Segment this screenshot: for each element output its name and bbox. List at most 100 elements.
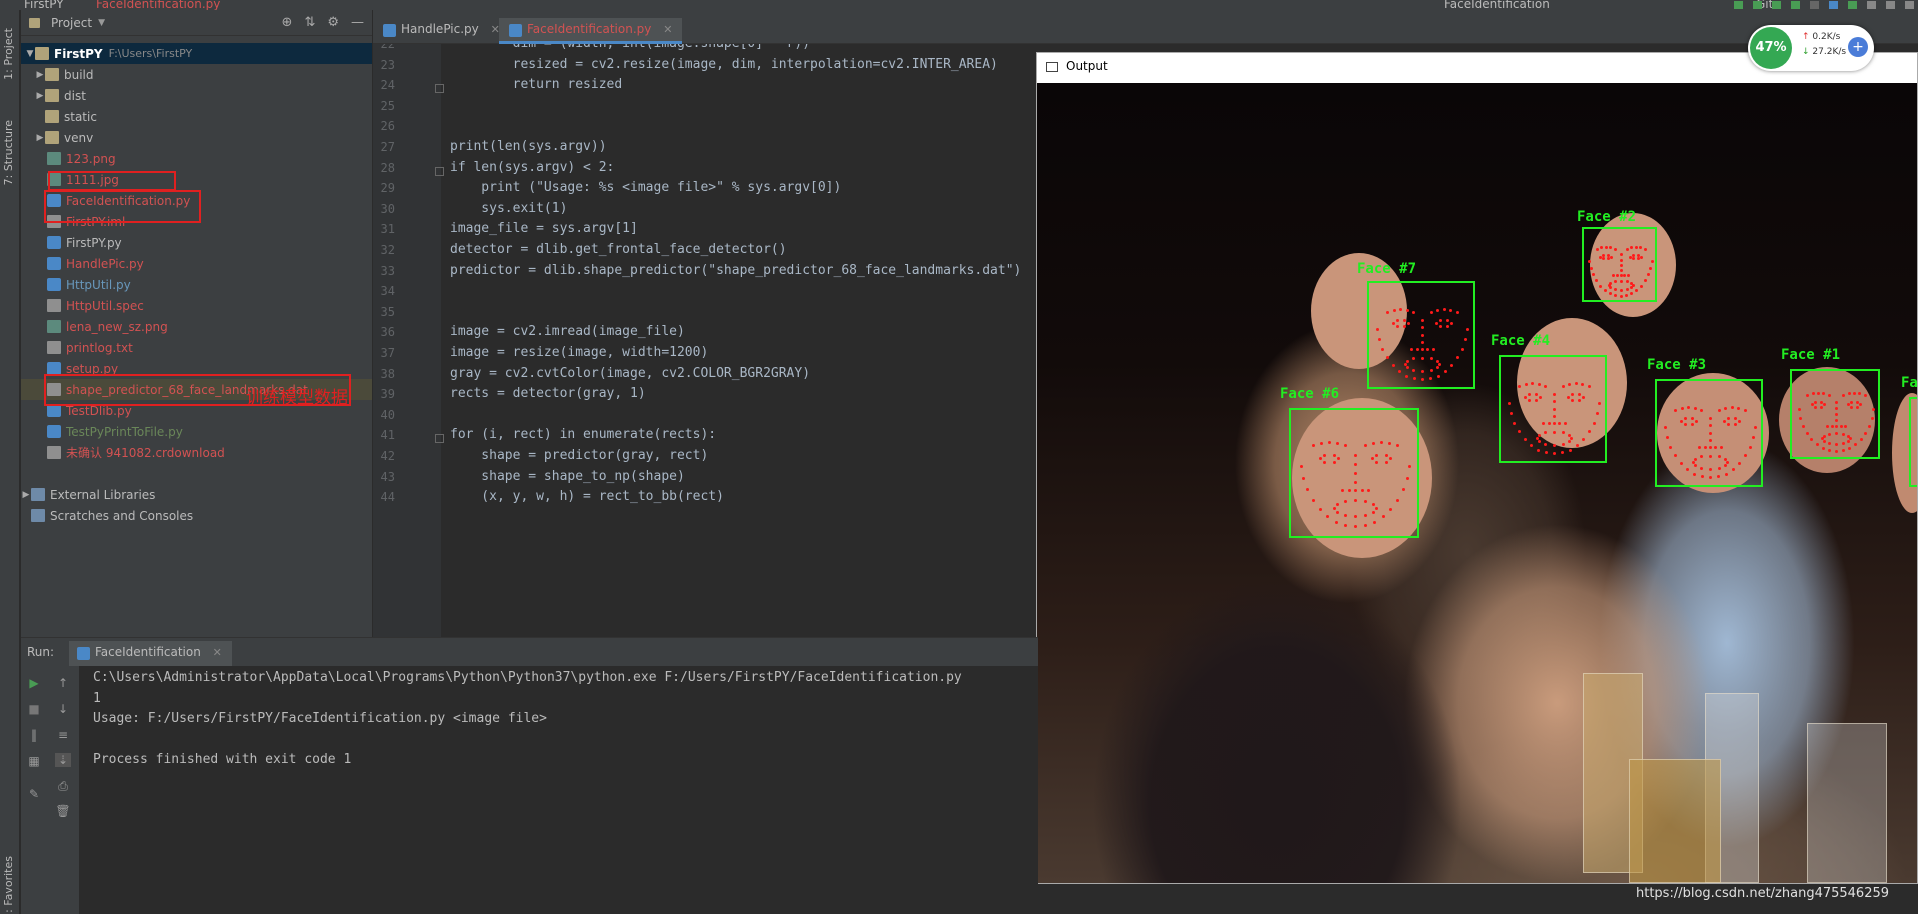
annotation-box-faceid: [44, 190, 201, 223]
folder-icon: [45, 89, 59, 102]
landmark-dot: [1553, 392, 1556, 396]
print-icon[interactable]: ⎙: [55, 779, 71, 793]
tree-scratches[interactable]: Scratches and Consoles: [21, 505, 372, 526]
line-gutter: 22 23 24 25 26 27 28 29 30 31 32 33 34 35 36 37 38 39 40 41…: [373, 44, 444, 637]
trash-icon[interactable]: 🗑: [55, 804, 71, 818]
run-tab-label: FaceIdentification: [95, 645, 201, 659]
tab-faceidentification[interactable]: FaceIdentification.py ✕: [499, 18, 683, 44]
favorites-tool-tab[interactable]: 2: Favorites: [2, 856, 15, 914]
tree-item[interactable]: 123.png: [21, 148, 372, 169]
layout-icon[interactable]: ▦: [26, 754, 42, 768]
landmark-dot: [1849, 400, 1853, 404]
pin-icon[interactable]: ✎: [26, 787, 42, 801]
project-view-selector[interactable]: Project: [51, 16, 92, 30]
coverage-icon[interactable]: [1772, 1, 1781, 9]
run-config-selector[interactable]: FaceIdentification: [1444, 0, 1550, 10]
breadcrumb-file[interactable]: FaceIdentification.py: [96, 0, 220, 10]
landmark-dot: [1609, 255, 1613, 259]
run-icon[interactable]: [1734, 1, 1743, 9]
glass: [1629, 759, 1721, 883]
git-update-icon[interactable]: [1829, 1, 1838, 9]
locate-file-icon[interactable]: ⊕: [282, 15, 293, 30]
soft-wrap-icon[interactable]: ≡: [55, 728, 71, 742]
landmark-dot: [1607, 253, 1611, 257]
close-icon[interactable]: ✕: [213, 646, 222, 659]
line-number: 35: [380, 304, 395, 319]
gear-icon[interactable]: ⚙: [327, 15, 339, 30]
line-number: 34: [380, 284, 395, 299]
landmark-dot: [1538, 433, 1542, 437]
scroll-down-icon[interactable]: ↓: [55, 702, 71, 716]
debug-icon[interactable]: [1753, 1, 1762, 9]
landmark-dot: [1619, 294, 1623, 298]
chevron-right-icon[interactable]: ▶: [21, 490, 31, 500]
landmark-dot: [1354, 514, 1357, 518]
structure-tool-tab[interactable]: 7: Structure: [2, 120, 15, 185]
line-number: 38: [380, 366, 395, 381]
chevron-down-icon[interactable]: ▼: [25, 49, 35, 59]
landmark-dot: [1391, 363, 1395, 367]
project-tool-tab[interactable]: 1: Project: [2, 28, 15, 80]
tree-item[interactable]: FirstPY.py: [21, 232, 372, 253]
tree-item[interactable]: ▶ dist: [21, 85, 372, 106]
code-editor[interactable]: 22 23 24 25 26 27 28 29 30 31 32 33 34 35 36 37 38 39 40 41…: [373, 44, 1038, 637]
tree-item[interactable]: printlog.txt: [21, 337, 372, 358]
search-icon[interactable]: [1905, 1, 1914, 9]
stop-icon[interactable]: [1810, 1, 1819, 9]
collapse-all-icon[interactable]: ⇅: [304, 15, 315, 30]
chevron-right-icon[interactable]: ▶: [35, 133, 45, 143]
download-speed: ↓ 27.2K/s: [1802, 47, 1846, 57]
boost-icon[interactable]: +: [1848, 37, 1868, 57]
landmark-dot: [1619, 253, 1623, 257]
breadcrumb-project[interactable]: FirstPY: [24, 0, 64, 10]
tab-handlepic[interactable]: HandlePic.py ✕: [373, 18, 510, 44]
fold-marker-icon[interactable]: [435, 166, 444, 176]
landmark-dot: [1709, 431, 1712, 435]
tree-item[interactable]: HandlePic.py: [21, 253, 372, 274]
close-icon[interactable]: ✕: [663, 23, 672, 36]
run-tab[interactable]: FaceIdentification ✕: [69, 641, 232, 666]
landmark-dot: [1821, 446, 1825, 450]
history-icon[interactable]: [1867, 1, 1876, 9]
tree-item-label: HttpUtil.py: [66, 277, 131, 292]
fold-marker-icon[interactable]: [435, 434, 444, 444]
folder-icon: [45, 131, 59, 144]
landmark-dot: [1693, 472, 1697, 476]
landmark-dot: [1438, 324, 1442, 328]
tree-item[interactable]: HttpUtil.spec: [21, 295, 372, 316]
landmark-dot: [1387, 441, 1391, 445]
tree-item[interactable]: ▶ venv: [21, 127, 372, 148]
scroll-up-icon[interactable]: ↑: [55, 676, 71, 690]
tree-item[interactable]: lena_new_sz.png: [21, 316, 372, 337]
tree-item[interactable]: TestPyPrintToFile.py: [21, 421, 372, 442]
git-commit-icon[interactable]: [1848, 1, 1857, 9]
tree-item[interactable]: ▶ build: [21, 64, 372, 85]
landmark-dot: [1703, 445, 1707, 449]
chevron-right-icon[interactable]: ▶: [35, 91, 45, 101]
tree-item[interactable]: static: [21, 106, 372, 127]
rerun-icon[interactable]: ▶: [26, 676, 42, 690]
landmark-dot: [1619, 288, 1623, 292]
tree-item[interactable]: 未确认 941082.crdownload: [21, 442, 372, 463]
revert-icon[interactable]: [1886, 1, 1895, 9]
landmark-dot: [1538, 396, 1542, 400]
pause-icon[interactable]: ‖: [26, 728, 42, 742]
chevron-down-icon[interactable]: ▼: [98, 18, 105, 28]
face-detection-image: Face #2 Face #7 Face #4 Face #3 Face #1 …: [1037, 83, 1917, 883]
profile-icon[interactable]: [1791, 1, 1800, 9]
fold-marker-icon[interactable]: [435, 84, 444, 94]
tree-item[interactable]: HttpUtil.py: [21, 274, 372, 295]
landmark-dot: [1523, 396, 1527, 400]
scroll-to-end-icon[interactable]: ⇣: [55, 753, 71, 767]
stop-icon[interactable]: ■: [26, 702, 42, 716]
hide-panel-icon[interactable]: —: [351, 15, 364, 30]
output-window[interactable]: Output Face #2 Face #7 Face #4 Face #3 F…: [1036, 52, 1918, 884]
tree-item-label: static: [64, 109, 97, 124]
chevron-right-icon[interactable]: ▶: [35, 70, 45, 80]
landmark-dot: [1354, 525, 1357, 528]
tree-external-libraries[interactable]: ▶ External Libraries: [21, 484, 372, 505]
tree-root[interactable]: ▼ FirstPY F:\Users\FirstPY: [21, 43, 372, 64]
network-speed-widget[interactable]: 47% ↑ 0.2K/s ↓ 27.2K/s +: [1748, 25, 1874, 71]
face-label-5: Face #5: [1901, 375, 1917, 391]
arrow-up-icon: ↑: [1802, 32, 1810, 42]
